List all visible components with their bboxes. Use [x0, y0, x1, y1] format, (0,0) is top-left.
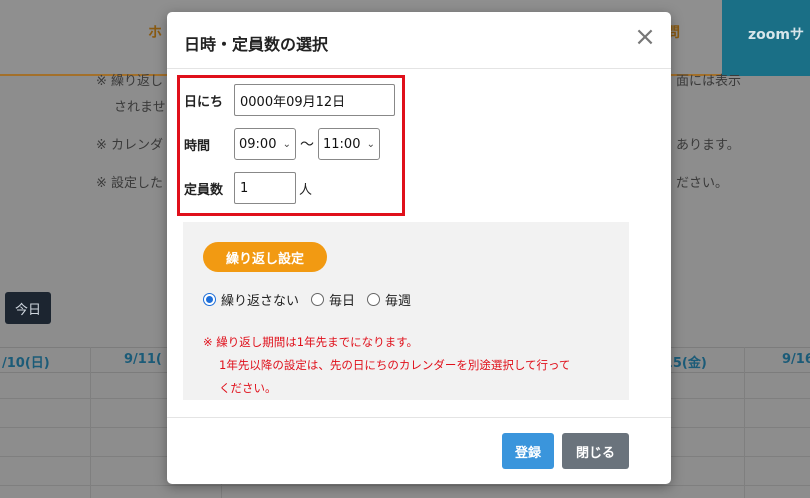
radio-label: 繰り返さない: [221, 294, 300, 309]
repeat-note-line: ください。: [219, 381, 277, 395]
nav-item-home[interactable]: ホ: [148, 22, 162, 42]
radio-unselected-icon: [311, 293, 325, 306]
calendar-day-header: 9/16: [782, 352, 810, 367]
dialog-header: 日時・定員数の選択 ×: [167, 12, 671, 69]
close-button[interactable]: 閉じる: [562, 433, 629, 469]
date-row: 日にち 0000年09月12日: [184, 84, 395, 116]
date-label: 日にち: [184, 94, 224, 110]
radio-label: 毎日: [329, 294, 356, 309]
capacity-label: 定員数: [184, 182, 224, 198]
repeat-settings-panel: 繰り返し設定 繰り返さない 毎日 毎週 ※ 繰り返し期間は1年先までになります。…: [183, 222, 629, 400]
time-start-value: 09:00: [239, 136, 277, 152]
repeat-settings-button[interactable]: 繰り返し設定: [203, 242, 327, 272]
radio-daily[interactable]: 毎日: [311, 290, 355, 309]
chevron-down-icon: ⌄: [282, 138, 291, 150]
close-icon[interactable]: ×: [633, 24, 657, 50]
chevron-down-icon: ⌄: [366, 138, 375, 150]
radio-unselected-icon: [367, 293, 381, 306]
calendar-grid-line: [744, 347, 745, 498]
bg-note-line: ※ カレンダ: [96, 138, 164, 153]
calendar-grid-line: [90, 347, 91, 498]
repeat-options: 繰り返さない 毎日 毎週: [203, 290, 423, 309]
bg-note-line: ※ 設定した: [96, 176, 164, 191]
dialog-title: 日時・定員数の選択: [184, 35, 329, 54]
repeat-note-line: 1年先以降の設定は、先の日にちのカレンダーを別途選択して行って: [219, 358, 571, 372]
time-label: 時間: [184, 138, 211, 154]
radio-weekly[interactable]: 毎週: [367, 290, 411, 309]
datetime-capacity-dialog: 日時・定員数の選択 × 日にち 0000年09月12日 時間 09:00 ⌄ ～…: [167, 12, 671, 484]
capacity-unit: 人: [299, 182, 313, 198]
calendar-day-header: /10(日): [2, 356, 50, 371]
bg-note-line: されませ: [114, 100, 166, 115]
radio-no-repeat[interactable]: 繰り返さない: [203, 290, 299, 309]
calendar-day-header: 9/11(: [124, 352, 162, 367]
radio-selected-icon: [203, 293, 216, 306]
bg-note-line: 面には表示: [676, 74, 742, 89]
bg-note-line: あります。: [676, 138, 740, 153]
register-button[interactable]: 登録: [502, 433, 554, 469]
bg-note-line: ださい。: [676, 176, 729, 191]
time-end-select[interactable]: 11:00 ⌄: [318, 128, 380, 160]
time-start-select[interactable]: 09:00 ⌄: [234, 128, 296, 160]
today-button[interactable]: 今日: [5, 292, 51, 324]
capacity-row: 定員数 1 人: [184, 172, 312, 204]
time-row: 時間 09:00 ⌄ ～ 11:00 ⌄: [184, 128, 380, 160]
dialog-footer: 登録 閉じる: [167, 417, 671, 484]
date-input[interactable]: 0000年09月12日: [234, 84, 395, 116]
radio-label: 毎週: [385, 294, 412, 309]
time-separator: ～: [300, 137, 314, 153]
calendar-grid-line: [0, 485, 810, 486]
bg-note-line: ※ 繰り返し: [96, 74, 164, 89]
repeat-note-line: ※ 繰り返し期間は1年先までになります。: [203, 335, 418, 349]
time-end-value: 11:00: [323, 136, 361, 152]
nav-item-zoom[interactable]: zoomサ: [722, 0, 810, 76]
capacity-input[interactable]: 1: [234, 172, 296, 204]
